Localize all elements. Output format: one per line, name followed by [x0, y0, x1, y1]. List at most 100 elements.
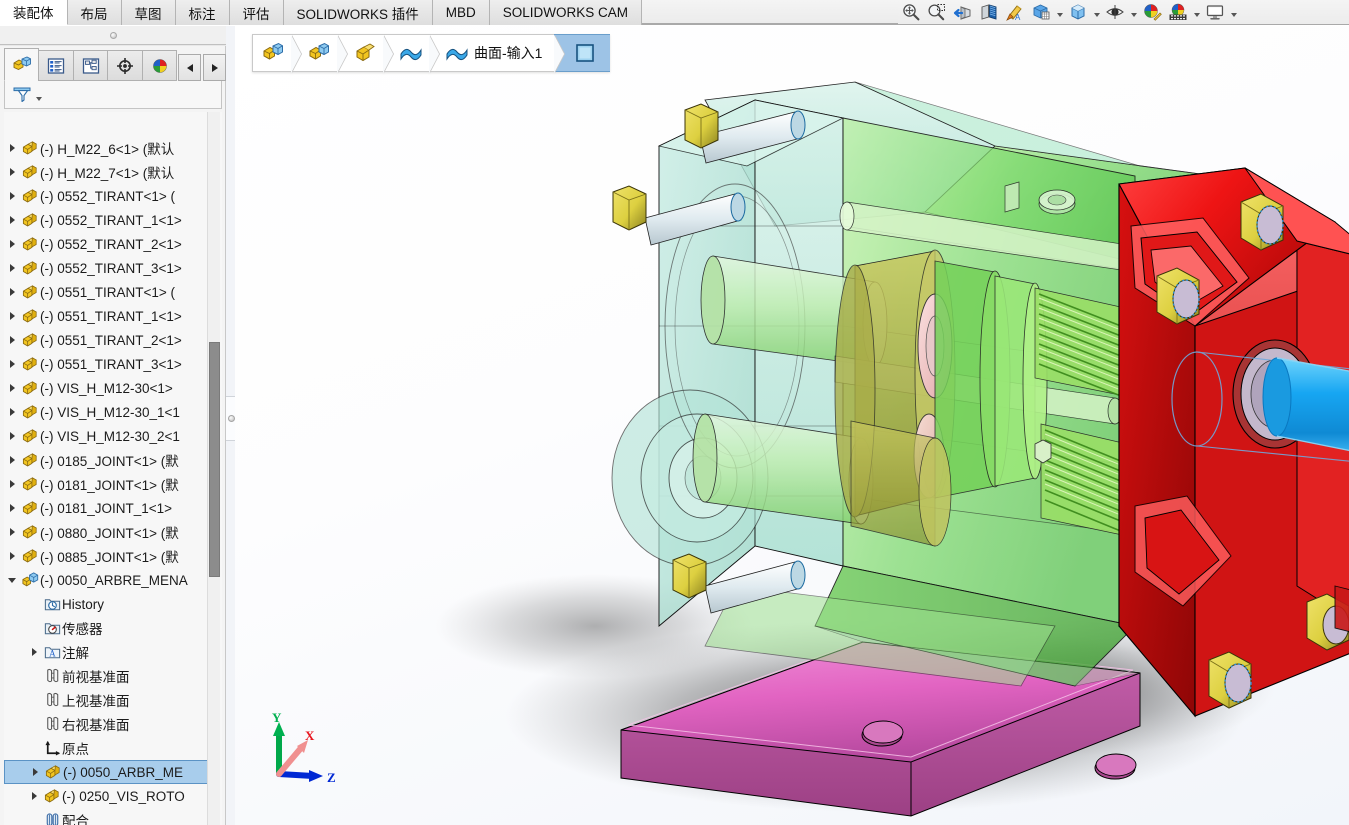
tree-item[interactable]: (-) 0181_JOINT_1<1> [4, 496, 209, 520]
chevron-right-icon[interactable] [4, 528, 20, 536]
tree-item[interactable]: (-) VIS_H_M12-30_1<1 [4, 400, 209, 424]
tree-item[interactable]: 配合 [4, 808, 209, 825]
graphics-viewport[interactable]: 曲面-输入1 Y X Z [235, 26, 1349, 825]
tree-item[interactable]: (-) 0185_JOINT<1> (默 [4, 448, 209, 472]
view-settings-chevron-down-icon[interactable] [1228, 0, 1239, 24]
tree-item[interactable]: (-) 0885_JOINT<1> (默 [4, 544, 209, 568]
dimxpert-manager-tab[interactable] [107, 50, 143, 81]
chevron-right-icon[interactable] [4, 432, 20, 440]
tree-item[interactable]: (-) 0552_TIRANT_1<1> [4, 208, 209, 232]
tree-item[interactable]: A 注解 [4, 640, 209, 664]
view-orientation-chevron-down-icon[interactable] [1091, 0, 1102, 24]
component-icon [20, 259, 40, 278]
tab-assembly[interactable]: 装配体 [0, 0, 68, 25]
tree-item[interactable]: (-) VIS_H_M12-30_2<1 [4, 424, 209, 448]
tree-item[interactable]: (-) 0250_VIS_ROTO [4, 784, 209, 808]
tree-item[interactable]: 前视基准面 [4, 664, 209, 688]
chevron-right-icon[interactable] [4, 288, 20, 296]
tab-annotation[interactable]: 标注 [175, 0, 230, 25]
breadcrumb-surface-body-icon[interactable] [383, 34, 440, 73]
apply-scene-chevron-down-icon[interactable] [1191, 0, 1202, 24]
tree-filter-bar[interactable] [4, 81, 222, 109]
tree-item[interactable]: 传感器 [4, 616, 209, 640]
chevron-right-icon[interactable] [4, 384, 20, 392]
chevron-right-icon[interactable] [4, 552, 20, 560]
chevron-right-icon[interactable] [26, 648, 42, 656]
chevron-right-icon[interactable] [4, 264, 20, 272]
tree-item[interactable]: (-) 0551_TIRANT_1<1> [4, 304, 209, 328]
view-settings-icon[interactable] [1202, 0, 1228, 24]
breadcrumb-surface-feature[interactable]: 曲面-输入1 [429, 34, 566, 73]
hide-show-items-icon[interactable] [1102, 0, 1128, 24]
tree-item[interactable]: (-) 0551_TIRANT<1> ( [4, 280, 209, 304]
chevron-right-icon[interactable] [4, 144, 20, 152]
tree-item[interactable]: (-) 0552_TIRANT_3<1> [4, 256, 209, 280]
chevron-right-icon[interactable] [4, 216, 20, 224]
chevron-right-icon[interactable] [4, 312, 20, 320]
display-style-chevron-down-icon[interactable] [1054, 0, 1065, 24]
filter-chevron-down-icon[interactable] [36, 96, 42, 101]
tab-solidworks-addins[interactable]: SOLIDWORKS 插件 [283, 0, 433, 25]
tab-evaluate[interactable]: 评估 [229, 0, 284, 25]
tree-item[interactable]: (-) VIS_H_M12-30<1> [4, 376, 209, 400]
panel-grip-handle[interactable] [0, 26, 226, 44]
view-orientation-paint-icon[interactable]: A [1002, 0, 1028, 24]
feature-tree[interactable]: (-) H_M22_6<1> (默认 (-) H_M22_7<1> (默认 (-) … [4, 112, 222, 825]
edit-appearance-icon[interactable] [1139, 0, 1165, 24]
previous-view-icon[interactable] [950, 0, 976, 24]
tab-mbd[interactable]: MBD [432, 0, 490, 25]
manager-tab-next-button[interactable] [203, 54, 226, 81]
tree-item[interactable]: (-) 0880_JOINT<1> (默 [4, 520, 209, 544]
tab-solidworks-cam[interactable]: SOLIDWORKS CAM [489, 0, 643, 25]
zoom-to-area-icon[interactable] [924, 0, 950, 24]
chevron-right-icon[interactable] [4, 480, 20, 488]
chevron-right-icon[interactable] [4, 456, 20, 464]
tree-item[interactable]: 右视基准面 [4, 712, 209, 736]
breadcrumb-part-icon[interactable] [337, 34, 394, 73]
chevron-right-icon[interactable] [4, 360, 20, 368]
gearbox-3d-model[interactable] [235, 26, 1349, 825]
feature-manager-tab[interactable] [4, 48, 40, 81]
tree-item[interactable]: (-) 0551_TIRANT_3<1> [4, 352, 209, 376]
display-style-icon[interactable] [1028, 0, 1054, 24]
chevron-right-icon[interactable] [27, 768, 43, 776]
property-manager-tab[interactable] [38, 50, 74, 81]
breadcrumb-subassembly-icon[interactable] [291, 34, 348, 73]
tree-item[interactable]: (-) 0552_TIRANT_2<1> [4, 232, 209, 256]
viewport-breadcrumb[interactable]: 曲面-输入1 [252, 34, 611, 73]
chevron-right-icon[interactable] [4, 192, 20, 200]
section-view-icon[interactable] [976, 0, 1002, 24]
configuration-manager-tab[interactable] [72, 50, 109, 81]
tree-item[interactable]: (-) H_M22_7<1> (默认 [4, 160, 209, 184]
chevron-right-icon[interactable] [4, 336, 20, 344]
tree-item[interactable]: (-) 0552_TIRANT<1> ( [4, 184, 209, 208]
chevron-right-icon[interactable] [4, 240, 20, 248]
tree-item[interactable]: (-) 0551_TIRANT_2<1> [4, 328, 209, 352]
view-orientation-cube-icon[interactable] [1065, 0, 1091, 24]
plane-icon [42, 667, 62, 686]
tree-vertical-scrollbar[interactable] [207, 112, 220, 825]
display-manager-tab[interactable] [141, 50, 178, 81]
tree-item[interactable]: 原点 [4, 736, 209, 760]
hide-show-chevron-down-icon[interactable] [1128, 0, 1139, 24]
tab-layout[interactable]: 布局 [67, 0, 122, 25]
tree-item[interactable]: (-) 0050_ARBRE_MENA [4, 568, 209, 592]
tree-item[interactable]: (-) 0181_JOINT<1> (默 [4, 472, 209, 496]
chevron-right-icon[interactable] [4, 504, 20, 512]
tree-item[interactable]: (-) 0050_ARBR_ME [4, 760, 209, 784]
zoom-to-fit-icon[interactable] [898, 0, 924, 24]
component-icon [20, 307, 40, 326]
tab-sketch[interactable]: 草图 [121, 0, 176, 25]
tree-scrollbar-thumb[interactable] [209, 342, 220, 577]
breadcrumb-selected-face[interactable] [554, 34, 611, 73]
breadcrumb-assembly-icon[interactable] [252, 34, 302, 73]
chevron-right-icon[interactable] [4, 408, 20, 416]
chevron-right-icon[interactable] [26, 792, 42, 800]
manager-tab-prev-button[interactable] [178, 54, 202, 81]
chevron-right-icon[interactable] [4, 168, 20, 176]
tree-item[interactable]: 上视基准面 [4, 688, 209, 712]
chevron-down-icon[interactable] [4, 577, 20, 583]
tree-item[interactable]: History [4, 592, 209, 616]
tree-item[interactable]: (-) H_M22_6<1> (默认 [4, 136, 209, 160]
apply-scene-icon[interactable] [1165, 0, 1191, 24]
